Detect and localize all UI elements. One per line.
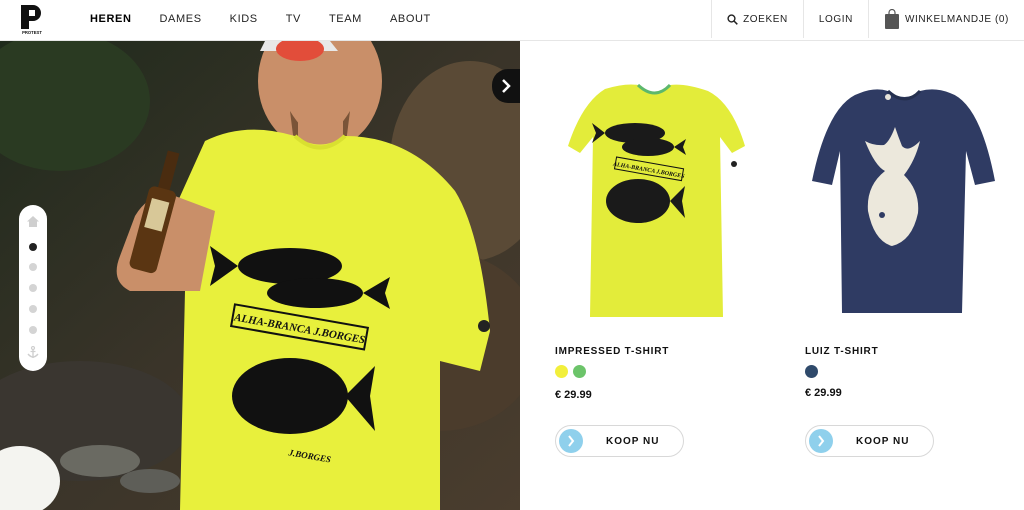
product-name-impressed[interactable]: IMPRESSED T-SHIRT xyxy=(555,346,669,357)
header-actions: ZOEKEN LOGIN WINKELMANDJE (0) xyxy=(711,0,1024,38)
main-nav: HEREN DAMES KIDS TV TEAM ABOUT xyxy=(90,0,459,38)
hero-banner: ALHA-BRANCA J.BORGES J.BORGES xyxy=(0,41,520,510)
buy-now-button-luiz[interactable]: KOOP NU xyxy=(805,425,934,457)
pager-dot-2[interactable] xyxy=(29,263,37,271)
nav-tv[interactable]: TV xyxy=(286,13,301,25)
nav-heren[interactable]: HEREN xyxy=(90,13,132,25)
swatch-green[interactable] xyxy=(573,365,586,378)
logo-text: PROTEST xyxy=(22,30,42,35)
section-pager xyxy=(19,205,47,371)
nav-about[interactable]: ABOUT xyxy=(390,13,431,25)
pager-dot-5[interactable] xyxy=(29,326,37,334)
buy-now-button-impressed[interactable]: KOOP NU xyxy=(555,425,684,457)
protest-logo[interactable]: PROTEST xyxy=(19,3,45,35)
nav-kids[interactable]: KIDS xyxy=(230,13,258,25)
nav-team[interactable]: TEAM xyxy=(329,13,362,25)
buy-now-label: KOOP NU xyxy=(606,435,660,447)
product-name-luiz[interactable]: LUIZ T-SHIRT xyxy=(805,346,878,357)
product-price-luiz: € 29.99 xyxy=(805,387,842,399)
hero-next-button[interactable] xyxy=(492,69,520,103)
home-icon[interactable] xyxy=(26,215,40,228)
anchor-icon[interactable] xyxy=(27,346,39,359)
product-card-luiz: LUIZ T-SHIRT € 29.99 KOOP NU xyxy=(770,41,1020,510)
nav-dames[interactable]: DAMES xyxy=(160,13,202,25)
pager-dot-4[interactable] xyxy=(29,305,37,313)
top-navigation-bar: PROTEST HEREN DAMES KIDS TV TEAM ABOUT Z… xyxy=(0,0,1024,41)
login-button[interactable]: LOGIN xyxy=(802,0,868,38)
chevron-right-icon xyxy=(502,79,511,93)
cart-label: WINKELMANDJE (0) xyxy=(904,13,1009,25)
buy-now-label: KOOP NU xyxy=(856,435,910,447)
pager-dot-3[interactable] xyxy=(29,284,37,292)
swatch-yellow[interactable] xyxy=(555,365,568,378)
arrow-right-icon xyxy=(559,429,583,453)
color-swatches-luiz xyxy=(805,365,823,378)
product-card-impressed: ALHA-BRANCA J.BORGES IMPRESSED T-SHIRT €… xyxy=(520,41,770,510)
hero-photo: ALHA-BRANCA J.BORGES J.BORGES xyxy=(0,41,520,510)
product-image-luiz[interactable] xyxy=(770,41,1020,331)
product-price-impressed: € 29.99 xyxy=(555,389,592,401)
search-label: ZOEKEN xyxy=(743,13,788,25)
arrow-right-icon xyxy=(809,429,833,453)
search-icon xyxy=(727,13,738,25)
pager-dot-1[interactable] xyxy=(29,243,37,251)
product-image-impressed[interactable]: ALHA-BRANCA J.BORGES xyxy=(520,41,770,331)
cart-button[interactable]: WINKELMANDJE (0) xyxy=(867,0,1024,38)
swatch-navy[interactable] xyxy=(805,365,818,378)
search-button[interactable]: ZOEKEN xyxy=(711,0,803,38)
shopping-bag-icon xyxy=(884,8,899,29)
color-swatches-impressed xyxy=(555,365,591,378)
